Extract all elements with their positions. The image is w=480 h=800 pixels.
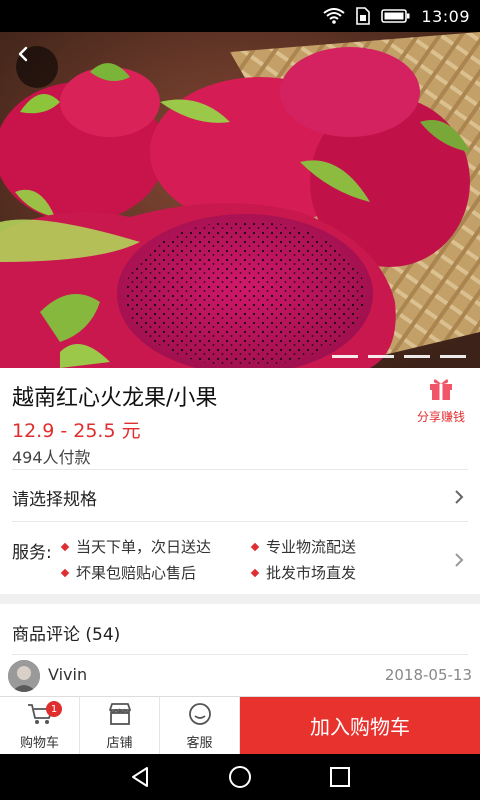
reviews-title: 商品评论 (54) [12, 625, 121, 645]
divider [12, 654, 468, 655]
review-date: 2018-05-13 [384, 666, 472, 684]
carousel-dot[interactable] [332, 355, 358, 358]
avatar [8, 660, 40, 692]
dragon-fruit-photo [0, 32, 480, 368]
bottom-action-bar: 1 购物车 店铺 客服 加入购物车 [0, 696, 480, 755]
nav-home-icon[interactable] [226, 763, 254, 791]
section-gap [0, 594, 480, 604]
smiley-icon [187, 702, 213, 730]
spec-label: 请选择规格 [12, 490, 97, 510]
store-tab[interactable]: 店铺 [80, 697, 160, 755]
store-label: 店铺 [106, 735, 133, 751]
nav-back-icon[interactable] [126, 763, 154, 791]
add-to-cart-button[interactable]: 加入购物车 [240, 697, 480, 754]
customer-service-tab[interactable]: 客服 [160, 697, 240, 755]
carousel-dot[interactable] [368, 355, 394, 358]
gift-icon [427, 374, 455, 406]
chevron-right-icon [452, 552, 466, 567]
service-item: 批发市场直发 [250, 562, 356, 583]
share-button[interactable]: 分享赚钱 [412, 374, 470, 425]
bullet-icon [250, 542, 260, 551]
spec-selector[interactable]: 请选择规格 [0, 470, 480, 522]
wifi-icon [323, 8, 346, 24]
system-nav-bar [0, 754, 480, 800]
service-info[interactable]: 服务: 当天下单，次日送达 专业物流配送 坏果包赔贴心售后 批发市场直发 [0, 522, 480, 594]
product-price: 12.9 - 25.5 元 [12, 420, 141, 442]
nav-recents-icon[interactable] [326, 763, 354, 791]
carousel-dot[interactable] [404, 355, 430, 358]
product-info: 越南红心火龙果/小果 12.9 - 25.5 元 494人付款 分享赚钱 请选择… [0, 368, 480, 594]
sim-icon [355, 7, 371, 25]
battery-icon [381, 8, 411, 24]
service-item: 当天下单，次日送达 [60, 536, 211, 557]
carousel-indicator [332, 355, 466, 358]
cart-label: 购物车 [19, 735, 59, 751]
share-label: 分享赚钱 [416, 410, 465, 424]
carousel-dot[interactable] [440, 355, 466, 358]
cart-badge: 1 [46, 701, 62, 717]
status-time: 13:09 [421, 6, 470, 26]
service-item: 坏果包赔贴心售后 [60, 562, 196, 583]
review-item[interactable]: Vivin 2018-05-13 [8, 656, 472, 694]
service-tab-label: 客服 [186, 735, 213, 751]
service-label: 服务: [12, 543, 52, 563]
product-image[interactable] [0, 32, 480, 368]
chevron-right-icon [452, 489, 466, 504]
reviewer-name: Vivin [48, 665, 88, 684]
cart-tab[interactable]: 1 购物车 [0, 697, 80, 755]
product-title: 越南红心火龙果/小果 [12, 386, 218, 411]
bullet-icon [60, 542, 70, 551]
back-button[interactable] [16, 46, 58, 88]
bullet-icon [250, 568, 260, 577]
store-icon [107, 702, 133, 730]
bullet-icon [60, 568, 70, 577]
reviews-section[interactable]: 商品评论 (54) Vivin 2018-05-13 [0, 604, 480, 696]
service-item: 专业物流配送 [250, 536, 356, 557]
status-bar: 13:09 [0, 0, 480, 32]
sold-count: 494人付款 [12, 448, 91, 467]
